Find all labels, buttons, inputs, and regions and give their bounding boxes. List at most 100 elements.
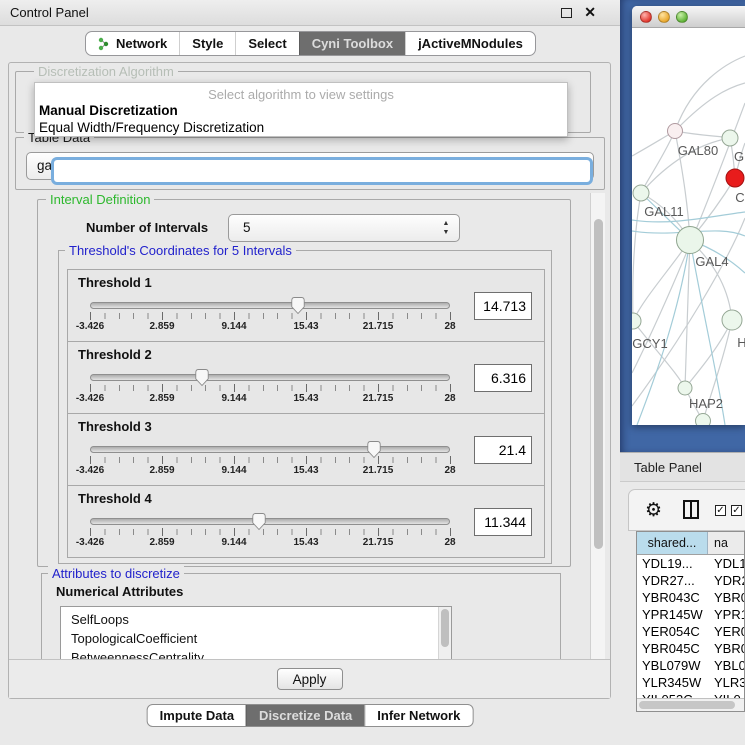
slider-thumb[interactable] — [366, 440, 382, 459]
column-header-shared-name[interactable]: shared... — [637, 532, 708, 554]
list-item[interactable]: SelfLoops — [61, 611, 451, 629]
slider-ticks — [90, 457, 450, 463]
table-row[interactable]: YER054CYER0 — [637, 623, 744, 640]
table-row[interactable]: YLR345WYLR3 — [637, 674, 744, 691]
control-panel-title: Control Panel — [10, 0, 89, 26]
slider-track[interactable] — [90, 518, 450, 525]
network-node-label: HAP2 — [689, 396, 723, 411]
table-horizontal-scrollbar[interactable] — [637, 698, 744, 711]
table-row[interactable]: YBR043CYBR0 — [637, 589, 744, 606]
menu-item-manual-discretization[interactable]: Manual Discretization — [35, 102, 567, 119]
algorithm-combobox-prompt: Select algorithm to view settings — [35, 87, 567, 102]
tab-network[interactable]: Network — [86, 32, 179, 55]
table-horizontal-scrollbar-thumb[interactable] — [639, 701, 735, 709]
threshold-3-label: Threshold 3 — [78, 419, 152, 434]
threshold-4-slider[interactable]: -3.426 2.859 9.144 15.43 21.715 28 — [90, 518, 450, 549]
app-root: Control Panel ✕ Network Style Select Cyn… — [0, 0, 745, 745]
threshold-1-value-field[interactable] — [474, 292, 532, 320]
slider-thumb[interactable] — [251, 512, 267, 531]
checkbox-icon[interactable]: ✓ — [731, 505, 742, 516]
slider-tick-labels: -3.426 2.859 9.144 15.43 21.715 28 — [90, 321, 450, 333]
list-scrollbar-thumb[interactable] — [441, 609, 449, 647]
settings-scrollpane: Interval Definition Number of Intervals … — [15, 193, 605, 659]
network-node-label: GAL4 — [695, 254, 728, 269]
tab-discretize-data[interactable]: Discretize Data — [246, 705, 364, 726]
close-icon[interactable]: ✕ — [584, 4, 596, 21]
split-panel-icon[interactable] — [683, 500, 699, 519]
slider-tick-labels: -3.426 2.859 9.144 15.43 21.715 28 — [90, 465, 450, 477]
number-of-intervals-label: Number of Intervals — [86, 220, 208, 235]
numerical-attributes-list[interactable]: SelfLoops TopologicalCoefficient Between… — [60, 606, 452, 659]
table-row[interactable]: YBL079WYBL0 — [637, 657, 744, 674]
network-node[interactable] — [678, 381, 692, 395]
slider-track[interactable] — [90, 446, 450, 453]
threshold-2-value-field[interactable] — [474, 364, 532, 392]
table-row[interactable]: YBR045CYBR0 — [637, 640, 744, 657]
network-node[interactable] — [726, 169, 744, 187]
network-canvas[interactable]: GAL80GCGAL11GAL4GCY1HHAP2 — [632, 28, 745, 425]
algorithm-dropdown-popup: Select algorithm to view settings Manual… — [34, 82, 568, 137]
network-node-label: GAL11 — [644, 204, 684, 219]
slider-track[interactable] — [90, 374, 450, 381]
network-node-label: H — [737, 335, 745, 350]
threshold-4-value-field[interactable] — [474, 508, 532, 536]
interval-definition-group: Interval Definition Number of Intervals … — [37, 199, 571, 567]
apply-button[interactable]: Apply — [277, 668, 343, 690]
slider-track[interactable] — [90, 302, 450, 309]
zoom-traffic-light-icon[interactable] — [676, 11, 688, 23]
threshold-2-slider[interactable]: -3.426 2.859 9.144 15.43 21.715 28 — [90, 374, 450, 405]
tab-select[interactable]: Select — [235, 32, 298, 55]
network-node[interactable] — [668, 124, 683, 139]
minimize-traffic-light-icon[interactable] — [658, 11, 670, 23]
settings-scrollbar-thumb[interactable] — [594, 219, 603, 549]
network-window-titlebar[interactable] — [632, 6, 745, 28]
slider-thumb[interactable] — [290, 296, 306, 315]
tab-impute-data[interactable]: Impute Data — [148, 705, 246, 726]
node-table: shared... na YDL19...YDL1 YDR27...YDR2 Y… — [636, 531, 745, 712]
control-panel-tabs: Network Style Select Cyni Toolbox jActiv… — [85, 31, 536, 56]
menu-item-equal-width-frequency[interactable]: Equal Width/Frequency Discretization — [35, 119, 567, 136]
algorithm-combobox[interactable] — [51, 157, 593, 185]
close-traffic-light-icon[interactable] — [640, 11, 652, 23]
tab-cyni-toolbox[interactable]: Cyni Toolbox — [299, 32, 405, 55]
network-node[interactable] — [722, 310, 742, 330]
settings-scrollbar[interactable] — [590, 193, 605, 659]
network-view-window: GAL80GCGAL11GAL4GCY1HHAP2 — [632, 6, 745, 425]
network-node-label: G — [734, 149, 744, 164]
network-edge — [685, 320, 732, 388]
slider-thumb[interactable] — [194, 368, 210, 387]
list-item[interactable]: TopologicalCoefficient — [61, 630, 451, 648]
network-edge — [675, 56, 745, 131]
network-node[interactable] — [696, 414, 711, 426]
column-header-name[interactable]: na — [708, 532, 744, 554]
control-panel-titlebar: Control Panel ✕ — [0, 0, 620, 26]
float-window-icon[interactable] — [561, 8, 572, 18]
control-panel: Control Panel ✕ Network Style Select Cyn… — [0, 0, 620, 745]
table-row[interactable]: YPR145WYPR1 — [637, 606, 744, 623]
table-row[interactable]: YDL19...YDL1 — [637, 555, 744, 572]
tab-style[interactable]: Style — [179, 32, 235, 55]
discretization-algorithm-title: Discretization Algorithm — [34, 64, 178, 79]
threshold-1-panel: Threshold 1 — [67, 269, 545, 342]
threshold-3-slider[interactable]: -3.426 2.859 9.144 15.43 21.715 28 — [90, 446, 450, 477]
gear-icon[interactable]: ⚙ — [645, 498, 662, 522]
network-node[interactable] — [632, 313, 641, 329]
interval-definition-title: Interval Definition — [46, 193, 154, 207]
checkbox-icon[interactable]: ✓ — [715, 505, 726, 516]
tab-jactivemnodules[interactable]: jActiveMNodules — [405, 32, 535, 55]
number-of-intervals-combobox[interactable]: 5 ▲▼ — [228, 214, 460, 242]
slider-tick-labels: -3.426 2.859 9.144 15.43 21.715 28 — [90, 393, 450, 405]
tab-infer-network[interactable]: Infer Network — [364, 705, 472, 726]
network-node[interactable] — [677, 227, 704, 254]
apply-strip: Apply — [9, 659, 610, 698]
slider-tick-labels: -3.426 2.859 9.144 15.43 21.715 28 — [90, 537, 450, 549]
threshold-3-value-field[interactable] — [474, 436, 532, 464]
attributes-group: Attributes to discretize Numerical Attri… — [41, 573, 561, 659]
list-item[interactable]: BetweennessCentrality — [61, 649, 451, 659]
list-scrollbar[interactable] — [438, 607, 451, 659]
threshold-1-slider[interactable]: -3.426 2.859 9.144 15.43 21.715 28 — [90, 302, 450, 333]
network-node[interactable] — [633, 185, 649, 201]
network-node[interactable] — [722, 130, 738, 146]
threshold-3-panel: Threshold 3 — [67, 413, 545, 486]
table-row[interactable]: YDR27...YDR2 — [637, 572, 744, 589]
